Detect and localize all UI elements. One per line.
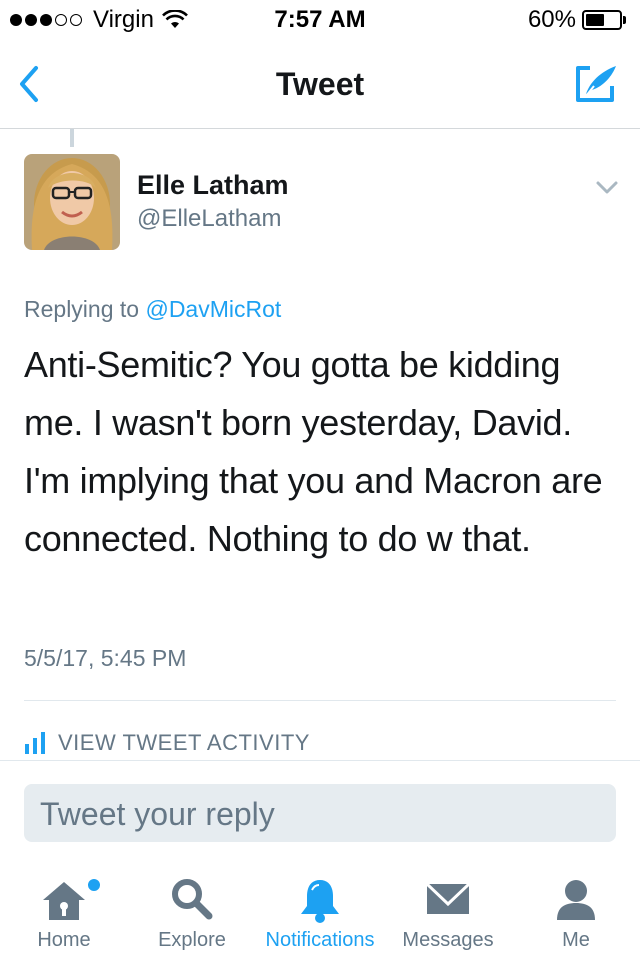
avatar[interactable] [24,154,120,250]
activity-label: VIEW TWEET ACTIVITY [58,730,310,755]
bar-chart-icon [25,732,45,754]
search-icon [172,879,213,920]
more-options-button[interactable] [594,178,620,198]
tab-me[interactable]: Me [512,862,640,960]
chevron-down-icon [596,181,618,194]
reply-input[interactable] [38,784,620,844]
avatar-image [24,154,120,250]
thread-line [70,129,74,147]
author-handle[interactable]: @ElleLatham [137,205,281,233]
battery-icon [582,10,622,30]
reply-box[interactable] [24,784,620,844]
author-name[interactable]: Elle Latham [137,170,289,201]
divider [24,700,616,701]
tab-label: Me [562,929,590,951]
replying-to: Replying to @DavMicRot [24,296,281,323]
bell-icon [301,880,339,923]
tweet-text: Anti-Semitic? You gotta be kidding me. I… [24,344,603,559]
tab-bar: Home Explore Notifications Messages Me [0,862,640,960]
divider [0,760,640,761]
person-icon [557,880,595,920]
replying-to-mention[interactable]: @DavMicRot [145,296,281,322]
page-title: Tweet [275,66,365,102]
home-icon [43,882,85,920]
status-right: 60% [528,6,626,34]
status-bar: Virgin 7:57 AM 60% [0,0,640,40]
nav-bar: Tweet [0,40,640,129]
battery-fill [586,14,604,26]
view-tweet-activity-link[interactable]: VIEW TWEET ACTIVITY [24,730,310,756]
replying-prefix: Replying to [24,296,146,322]
tweet-timestamp: 5/5/17, 5:45 PM [24,645,187,671]
envelope-icon [425,882,471,914]
compose-tweet-icon [576,66,616,102]
notification-dot [86,877,102,893]
battery-percent: 60% [527,6,576,33]
compose-tweet-button[interactable] [572,62,620,106]
battery-tip [623,16,626,24]
